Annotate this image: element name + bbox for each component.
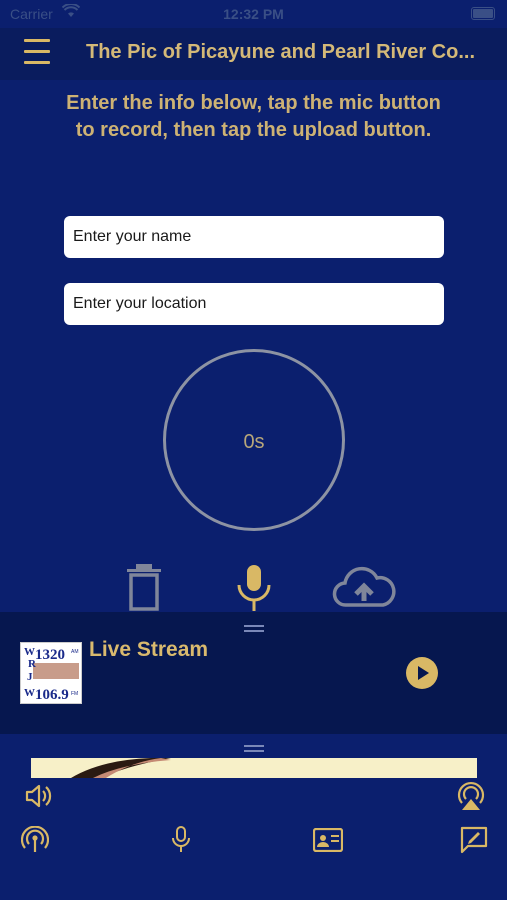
name-input[interactable]: [64, 216, 444, 258]
trash-icon[interactable]: [124, 563, 164, 611]
banner-image: [71, 758, 171, 778]
svg-text:106.9: 106.9: [35, 687, 69, 703]
svg-text:W: W: [24, 646, 35, 658]
cloud-upload-icon[interactable]: [332, 565, 396, 609]
play-icon[interactable]: [406, 657, 438, 689]
svg-text:FM: FM: [71, 691, 78, 697]
stream-title: Live Stream: [89, 638, 209, 661]
svg-text:AM: AM: [71, 649, 79, 655]
svg-text:W: W: [24, 687, 35, 699]
station-logo: W R J W 1320 AM 106.9 FM: [20, 642, 82, 704]
volume-icon[interactable]: [25, 783, 53, 809]
status-bar: Carrier 12:32 PM: [0, 0, 507, 28]
location-input[interactable]: [64, 283, 444, 325]
microphone-icon[interactable]: [171, 826, 191, 854]
page-title: The Pic of Picayune and Pearl River Co..…: [86, 41, 476, 63]
broadcast-icon[interactable]: [21, 826, 49, 854]
hamburger-menu-icon[interactable]: [24, 39, 52, 67]
timer-value: 0s: [243, 431, 265, 453]
airplay-icon[interactable]: [455, 781, 487, 811]
svg-text:1320: 1320: [35, 647, 65, 663]
recording-timer: 0s: [163, 349, 345, 531]
nav-bar: The Pic of Picayune and Pearl River Co..…: [0, 28, 507, 80]
ad-banner[interactable]: [31, 758, 477, 778]
svg-text:J: J: [27, 671, 33, 683]
status-time: 12:32 PM: [223, 6, 284, 22]
contact-card-icon[interactable]: [313, 828, 343, 852]
compose-message-icon[interactable]: [460, 826, 488, 854]
drag-handle[interactable]: [244, 625, 264, 632]
station-logo-graphic: W R J W 1320 AM 106.9 FM: [21, 643, 81, 703]
instructions-text: Enter the info below, tap the mic button…: [66, 92, 441, 141]
microphone-icon[interactable]: [234, 563, 274, 613]
battery-icon: [471, 7, 495, 20]
drag-handle[interactable]: [244, 745, 264, 752]
